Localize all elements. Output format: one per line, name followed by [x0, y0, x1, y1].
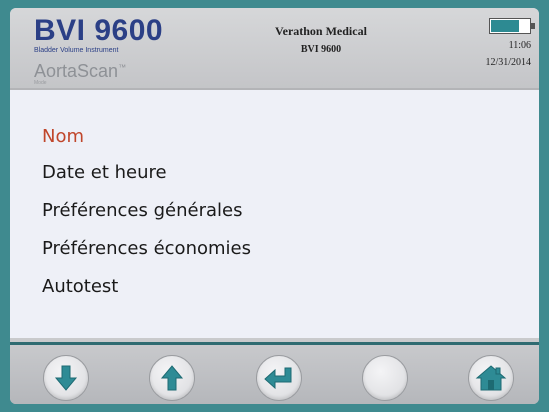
brand-block: BVI 9600 Bladder Volume Instrument Aorta… [34, 14, 164, 87]
blank-button[interactable] [362, 355, 408, 401]
menu-item-preferences-generales[interactable]: Préférences générales [42, 200, 242, 221]
manufacturer-name: Verathon Medical [275, 24, 367, 38]
header-bar: BVI 9600 Bladder Volume Instrument Aorta… [10, 8, 539, 90]
menu-item-preferences-economies[interactable]: Préférences économies [42, 238, 251, 259]
model-name: BVI 9600 [300, 44, 342, 55]
enter-button[interactable] [256, 355, 302, 401]
clock-date: 12/31/2014 [485, 57, 531, 68]
status-area: 11:06 12/31/2014 [485, 18, 535, 68]
product-name: AortaScan™ [34, 59, 163, 80]
menu-item-date-et-heure[interactable]: Date et heure [42, 162, 167, 183]
product-label: AortaScan [34, 61, 119, 81]
device-screen: BVI 9600 Bladder Volume Instrument Aorta… [10, 8, 539, 404]
up-button[interactable] [149, 355, 195, 401]
up-arrow-icon [160, 365, 184, 391]
clock-time: 11:06 [508, 40, 531, 51]
menu-item-autotest[interactable]: Autotest [42, 276, 118, 297]
home-button[interactable] [468, 355, 514, 401]
settings-menu: Nom Date et heure Préférences générales … [10, 90, 539, 338]
down-button[interactable] [43, 355, 89, 401]
home-icon [475, 365, 507, 391]
down-arrow-icon [54, 365, 78, 391]
battery-fill [491, 20, 519, 32]
brand-title: BVI 9600 [34, 14, 164, 47]
device-info: Verathon Medical BVI 9600 [236, 24, 406, 55]
enter-icon [264, 367, 292, 390]
brand-subtitle: Bladder Volume Instrument [34, 47, 119, 54]
button-bar [10, 342, 539, 404]
battery-icon [489, 18, 535, 34]
battery-tip [531, 23, 535, 29]
menu-item-nom[interactable]: Nom [42, 126, 84, 147]
trademark-symbol: ™ [118, 63, 127, 72]
